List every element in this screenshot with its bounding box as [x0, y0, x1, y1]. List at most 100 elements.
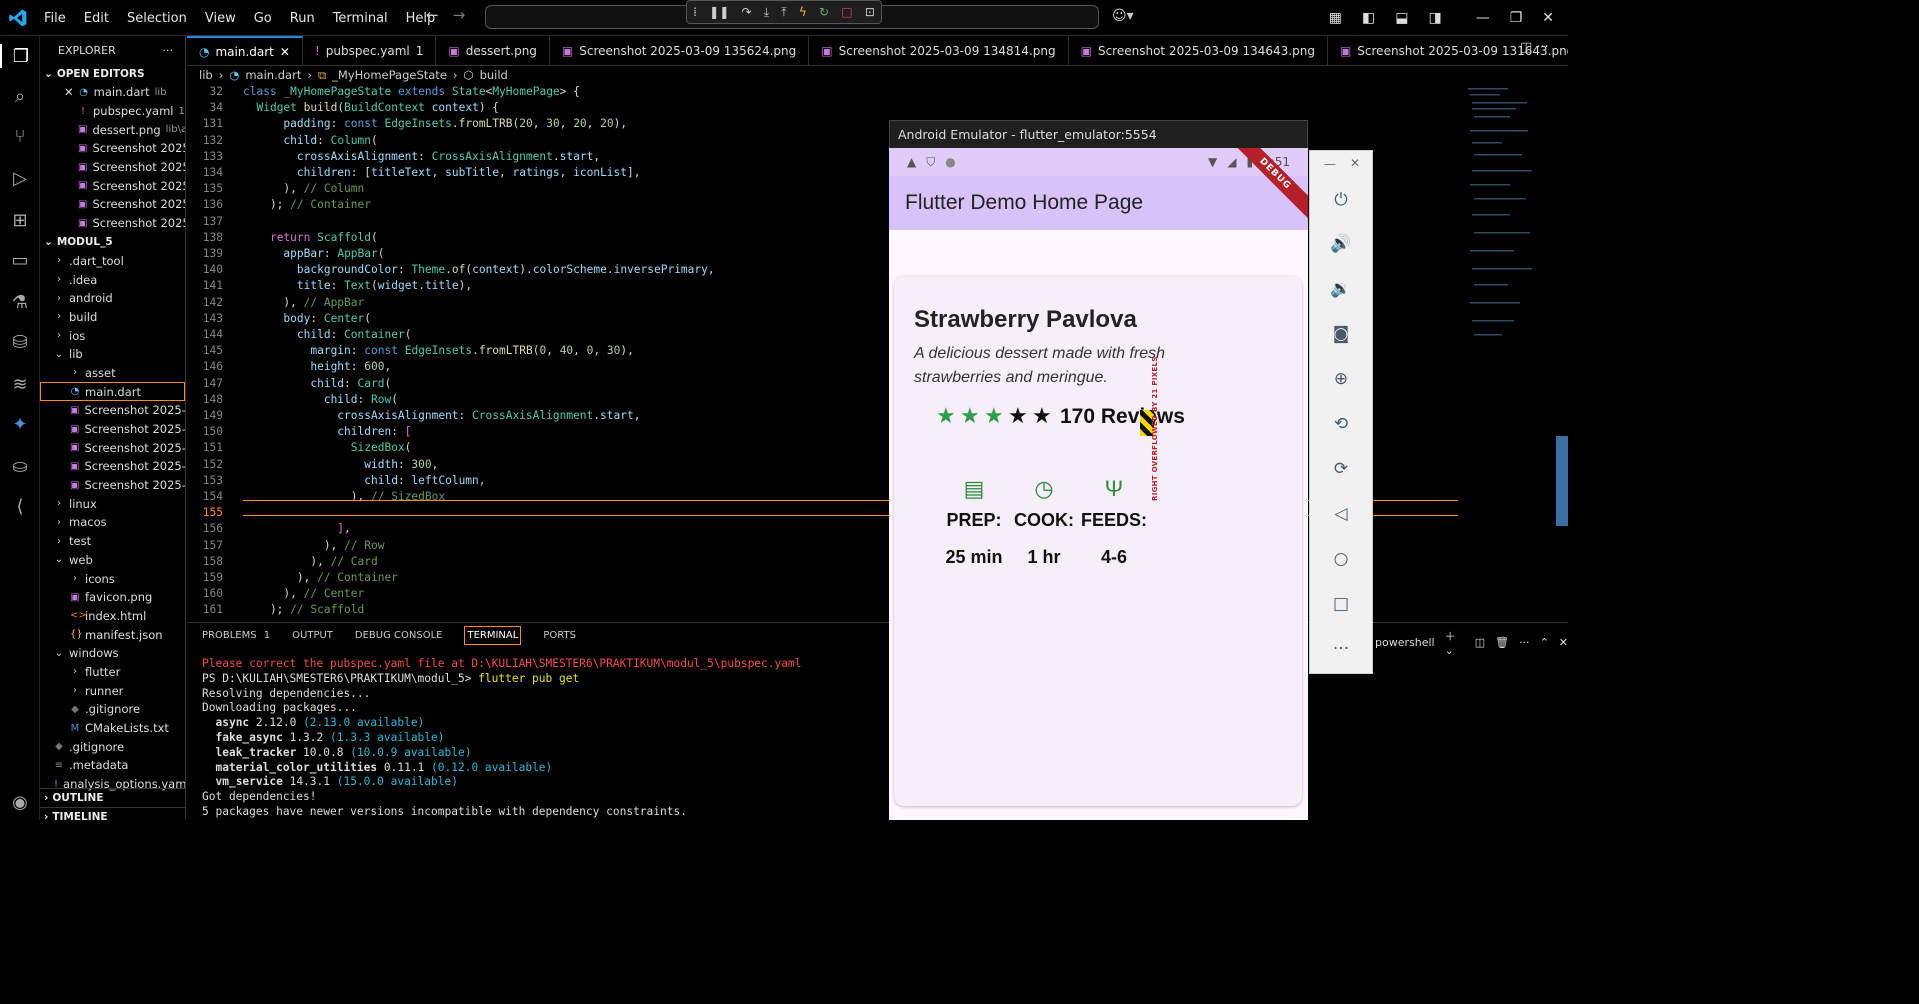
close-icon[interactable]: ✕	[1350, 156, 1360, 170]
code-line[interactable]: class _MyHomePageState extends State<MyH…	[243, 85, 580, 98]
hot-reload-icon[interactable]: ϟ	[799, 5, 807, 19]
editor-tab[interactable]: ▣ Screenshot 2025-03-09 135624.png	[550, 36, 810, 65]
open-editor-item[interactable]: ! pubspec.yaml 1	[40, 102, 185, 121]
code-line[interactable]: crossAxisAlignment: CrossAxisAlignment.s…	[243, 409, 640, 422]
trash-icon[interactable]: 🗑	[1495, 636, 1509, 649]
menu-file[interactable]: File	[44, 11, 66, 26]
toggle-sidebar-icon[interactable]: ◧	[1362, 10, 1375, 26]
shell-name[interactable]: powershell	[1375, 636, 1435, 649]
tree-item[interactable]: ⌄ web	[40, 551, 185, 570]
editor-tab[interactable]: ◔ main.dart ✕	[187, 36, 303, 65]
code-line[interactable]: width: 300,	[243, 458, 438, 471]
menu-go[interactable]: Go	[254, 11, 272, 26]
overview-icon[interactable]: □	[1328, 591, 1354, 617]
account-icon[interactable]: ◉	[8, 790, 32, 814]
tree-item[interactable]: ▣ favicon.png	[40, 588, 185, 607]
step-out-icon[interactable]: ⤒	[781, 5, 786, 20]
emulator-screen[interactable]: ▲ ⛉ ● ▼ ◢ ▮ 2:51 Flutter Demo Home Page …	[889, 148, 1308, 820]
close-icon[interactable]: ✕	[1542, 10, 1554, 26]
tree-item[interactable]: ⌄ windows	[40, 644, 185, 663]
menu-view[interactable]: View	[205, 11, 236, 26]
more-icon[interactable]: ···	[1328, 636, 1354, 662]
tree-item[interactable]: › ios	[40, 326, 185, 345]
code-line[interactable]: crossAxisAlignment: CrossAxisAlignment.s…	[243, 150, 600, 163]
more-actions-icon[interactable]: ···	[1519, 636, 1530, 649]
tree-item[interactable]: ◔ main.dart	[40, 382, 185, 401]
pause-icon[interactable]: ❚❚	[709, 5, 729, 19]
open-editor-item[interactable]: ▣ Screenshot 2025...	[40, 158, 185, 177]
python-icon[interactable]: ✦	[8, 412, 32, 436]
code-line[interactable]: body: Center(	[243, 312, 371, 325]
explorer-icon[interactable]: ❐	[0, 44, 40, 68]
tree-item[interactable]: ◆ .gitignore	[40, 700, 185, 719]
forward-arrow-icon[interactable]: →	[453, 6, 466, 24]
tree-item[interactable]: ▣ Screenshot 2025-03...	[40, 476, 185, 495]
breadcrumb-lib[interactable]: lib	[199, 68, 213, 82]
inspect-icon[interactable]: ⊡	[865, 5, 875, 19]
code-line[interactable]: children: [titleText, subTitle, ratings,…	[243, 166, 641, 179]
rotate-right-icon[interactable]: ⟳	[1328, 456, 1354, 482]
editor-tab[interactable]: ▣ Screenshot 2025-03-09 134643.png	[1069, 36, 1328, 65]
toggle-panel-icon[interactable]: ⬓	[1395, 10, 1408, 26]
code-line[interactable]: ), // Center	[243, 587, 364, 600]
code-line[interactable]: backgroundColor: Theme.of(context).color…	[243, 263, 715, 276]
tab-debug-console[interactable]: DEBUG CONSOLE	[355, 630, 443, 641]
rotate-left-icon[interactable]: ⟲	[1328, 411, 1354, 437]
tab-output[interactable]: OUTPUT	[292, 630, 333, 641]
minimize-icon[interactable]: —	[1476, 10, 1490, 26]
close-tab-icon[interactable]: ✕	[280, 45, 290, 59]
editor-tab[interactable]: ▣ Screenshot 2025-03-09 134814.png	[809, 36, 1069, 65]
home-icon[interactable]: ○	[1328, 546, 1354, 572]
tree-item[interactable]: ▣ Screenshot 2025-03...	[40, 438, 185, 457]
tree-item[interactable]: {} manifest.json	[40, 625, 185, 644]
code-line[interactable]: ), // AppBar	[243, 296, 364, 309]
open-editor-item[interactable]: ✕ ◔ main.dart lib	[40, 83, 185, 102]
power-icon[interactable]: ⏻	[1328, 187, 1354, 213]
code-line[interactable]: ); // Scaffold	[243, 603, 364, 616]
close-panel-icon[interactable]: ✕	[1559, 636, 1568, 649]
volume-up-icon[interactable]: 🔊	[1328, 231, 1354, 257]
tab-problems[interactable]: PROBLEMS 1	[202, 630, 270, 641]
testing-icon[interactable]: ⚗	[8, 290, 32, 314]
close-icon[interactable]: ✕	[64, 85, 74, 99]
menu-selection[interactable]: Selection	[127, 11, 187, 26]
back-icon[interactable]: ◁	[1328, 501, 1354, 527]
copilot-icon[interactable]: ☺▾	[1112, 8, 1134, 24]
code-line[interactable]: child: leftColumn,	[243, 474, 485, 487]
tree-item[interactable]: ▣ Screenshot 2025-03...	[40, 420, 185, 439]
flutter-icon[interactable]: ⟨	[8, 494, 32, 518]
editor-scrollbar[interactable]	[1556, 436, 1568, 526]
tree-item[interactable]: › linux	[40, 494, 185, 513]
code-line[interactable]: margin: const EdgeInsets.fromLTRB(0, 40,…	[243, 344, 634, 357]
code-line[interactable]: ), // Container	[243, 571, 398, 584]
breadcrumb-method[interactable]: build	[480, 68, 508, 82]
code-line[interactable]: height: 600,	[243, 360, 391, 373]
code-line[interactable]: child: Column(	[243, 134, 377, 147]
open-editor-item[interactable]: ▣ Screenshot 2025...	[40, 214, 185, 233]
tree-item[interactable]: › runner	[40, 681, 185, 700]
step-over-icon[interactable]: ↷	[741, 5, 751, 19]
code-line[interactable]: SizedBox(	[243, 441, 412, 454]
code-line[interactable]: ); // Container	[243, 198, 371, 211]
project-section[interactable]: ⌄ MODUL_5	[40, 233, 185, 252]
tree-item[interactable]: M CMakeLists.txt	[40, 719, 185, 738]
breadcrumb-file[interactable]: main.dart	[245, 68, 301, 82]
outline-section[interactable]: › OUTLINE	[40, 788, 186, 807]
tree-item[interactable]: › .idea	[40, 270, 185, 289]
tree-item[interactable]: ▣ Screenshot 2025-03...	[40, 401, 185, 420]
search-icon[interactable]: ⌕	[8, 84, 32, 108]
open-editor-item[interactable]: ▣ Screenshot 2025...	[40, 195, 185, 214]
split-editor-icon[interactable]: ◫ ···	[1520, 40, 1549, 55]
step-into-icon[interactable]: ⤓	[764, 5, 769, 20]
breadcrumb-class[interactable]: _MyHomePageState	[332, 68, 447, 82]
tab-terminal[interactable]: TERMINAL	[464, 626, 522, 645]
remote-explorer-icon[interactable]: ▭	[8, 248, 32, 272]
restore-icon[interactable]: ❐	[1510, 10, 1523, 26]
back-arrow-icon[interactable]: ←	[426, 6, 439, 24]
zoom-icon[interactable]: ⊕	[1328, 366, 1354, 392]
code-line[interactable]: children: [	[243, 425, 411, 438]
tree-item[interactable]: › flutter	[40, 663, 185, 682]
camera-icon[interactable]: ◙	[1328, 321, 1354, 347]
tree-item[interactable]: › icons	[40, 569, 185, 588]
menu-edit[interactable]: Edit	[84, 11, 109, 26]
